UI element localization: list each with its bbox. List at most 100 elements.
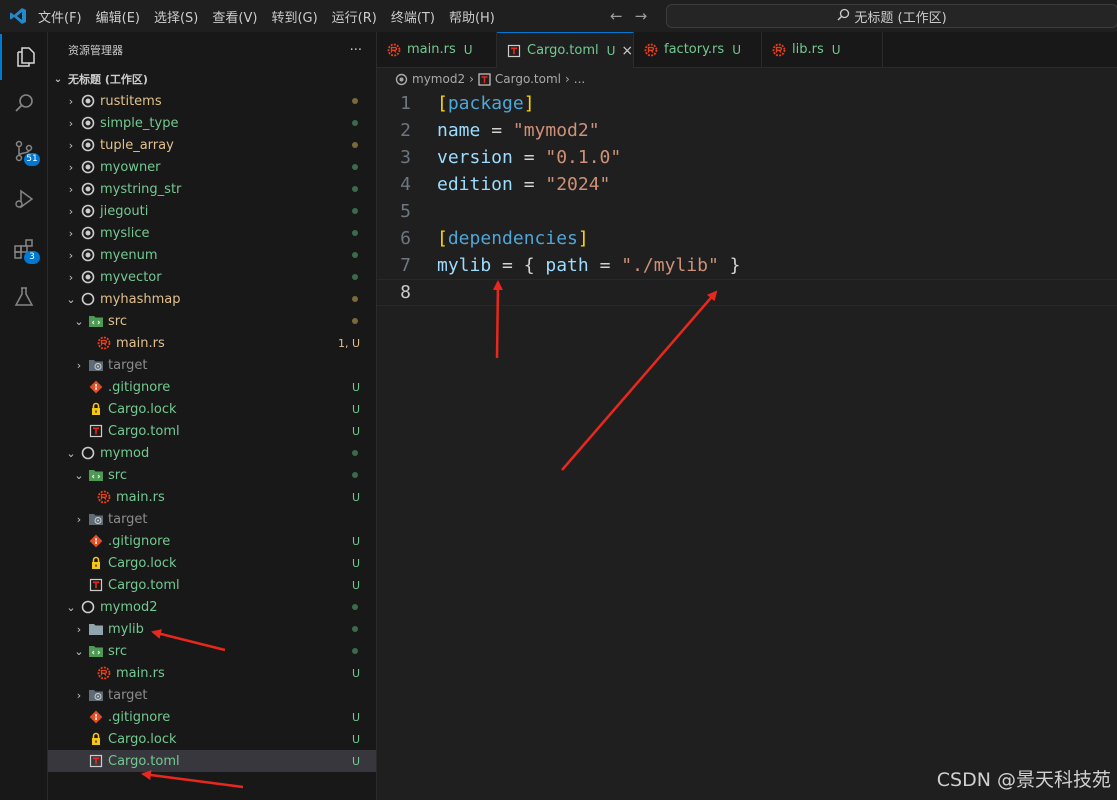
tree-item[interactable]: › target <box>48 684 376 706</box>
git-status-dot <box>352 120 358 126</box>
tree-item[interactable]: main.rs 1, U <box>48 332 376 354</box>
breadcrumb-more[interactable]: ... <box>574 72 585 86</box>
circle-dot-icon <box>78 138 98 152</box>
editor-tab[interactable]: lib.rs U <box>762 32 883 67</box>
tree-item[interactable]: › rustitems <box>48 90 376 112</box>
circle-dot-icon <box>78 270 98 284</box>
code-line[interactable]: 3 version = "0.1.0" <box>377 144 1117 171</box>
code-line[interactable]: 6 [dependencies] <box>377 225 1117 252</box>
tree-item[interactable]: Cargo.toml U <box>48 750 376 772</box>
testing-flask-icon[interactable] <box>0 274 47 320</box>
tree-item[interactable]: ⌄ src <box>48 310 376 332</box>
tree-item[interactable]: Cargo.toml U <box>48 574 376 596</box>
code-line[interactable]: 4 edition = "2024" <box>377 171 1117 198</box>
editor-tab[interactable]: factory.rs U <box>634 32 762 67</box>
tree-item[interactable]: Cargo.lock U <box>48 728 376 750</box>
chevron-right-icon: › <box>68 248 74 262</box>
rust-file-icon <box>94 666 114 680</box>
tree-item[interactable]: Cargo.lock U <box>48 398 376 420</box>
breadcrumb-folder[interactable]: mymod2 <box>412 72 465 86</box>
search-view-icon[interactable] <box>0 80 47 126</box>
menu-item[interactable]: 帮助(H) <box>449 7 495 26</box>
source-control-icon[interactable]: 51 <box>0 128 47 174</box>
editor-tab[interactable]: main.rs U <box>377 32 497 67</box>
git-icon <box>86 380 106 394</box>
chevron-right-icon: › <box>68 94 74 108</box>
code-line[interactable]: 1 [package] <box>377 90 1117 117</box>
code-line[interactable]: 2 name = "mymod2" <box>377 117 1117 144</box>
extensions-icon[interactable]: 3 <box>0 226 47 272</box>
menu-item[interactable]: 终端(T) <box>391 7 435 26</box>
rust-file-icon <box>94 490 114 504</box>
tree-item[interactable]: › myenum <box>48 244 376 266</box>
menu-item[interactable]: 选择(S) <box>154 7 198 26</box>
forward-arrow-icon[interactable]: → <box>635 7 648 25</box>
code-line[interactable]: 7 mylib = { path = "./mylib" } <box>377 252 1117 279</box>
menu-bar: 文件(F) 编辑(E) 选择(S) 查看(V) 转到(G) 运行(R) 终端(T) 帮助(H) <box>38 0 509 32</box>
tree-item[interactable]: › myvector <box>48 266 376 288</box>
nav-arrows: ← → <box>610 7 659 25</box>
tree-item[interactable]: ⌄ mymod2 <box>48 596 376 618</box>
tree-item[interactable]: ⌄ myhashmap <box>48 288 376 310</box>
code-line[interactable]: 8 <box>377 279 1117 306</box>
editor-tab[interactable]: Cargo.toml U × <box>497 32 634 68</box>
chevron-right-icon: › <box>68 226 74 240</box>
tree-item[interactable]: Cargo.lock U <box>48 552 376 574</box>
menu-item[interactable]: 运行(R) <box>332 7 377 26</box>
breadcrumb: mymod2 › Cargo.toml › ... <box>377 68 589 90</box>
tree-item[interactable]: › mylib <box>48 618 376 640</box>
tree-item[interactable]: ⌄ src <box>48 464 376 486</box>
src-folder-icon <box>86 468 106 482</box>
git-status-badge: U <box>351 732 360 746</box>
tree-item[interactable]: › jiegouti <box>48 200 376 222</box>
workspace-title[interactable]: ⌄ 无标题 (工作区) <box>48 68 376 90</box>
src-folder-icon <box>86 644 106 658</box>
tree-item-label: main.rs <box>116 665 165 681</box>
git-status-dot <box>352 318 358 324</box>
target-folder-icon <box>86 512 106 526</box>
workspace-name: 无标题 (工作区) <box>68 73 148 86</box>
code-editor[interactable]: 1 [package] 2 name = "mymod2" 3 version = "0.… <box>377 90 1117 800</box>
tree-item[interactable]: .gitignore U <box>48 530 376 552</box>
code-token: path <box>545 255 589 276</box>
tree-item[interactable]: › mystring_str <box>48 178 376 200</box>
chevron-down-icon: ⌄ <box>66 292 76 306</box>
breadcrumb-file[interactable]: Cargo.toml <box>495 72 561 86</box>
tree-item[interactable]: › myowner <box>48 156 376 178</box>
menu-item[interactable]: 查看(V) <box>212 7 257 26</box>
code-text: edition = "2024" <box>437 174 610 195</box>
tree-item-label: myowner <box>100 159 161 175</box>
code-text: [dependencies] <box>437 228 589 249</box>
git-status-badge: 1, U <box>337 336 360 350</box>
menu-item[interactable]: 文件(F) <box>38 7 82 26</box>
tree-item[interactable]: › simple_type <box>48 112 376 134</box>
tree-item[interactable]: › tuple_array <box>48 134 376 156</box>
close-icon[interactable]: × <box>621 43 633 59</box>
git-status-badge: U <box>351 710 360 724</box>
circle-dot-icon <box>78 94 98 108</box>
tree-item-label: main.rs <box>116 489 165 505</box>
line-number: 8 <box>400 282 411 303</box>
tree-item[interactable]: ⌄ src <box>48 640 376 662</box>
tree-item[interactable]: main.rs U <box>48 486 376 508</box>
circle-dot-icon <box>78 116 98 130</box>
lock-icon <box>86 732 106 746</box>
command-center-search[interactable]: 无标题 (工作区) <box>666 4 1117 28</box>
explorer-icon[interactable] <box>0 34 49 80</box>
tree-item[interactable]: Cargo.toml U <box>48 420 376 442</box>
back-arrow-icon[interactable]: ← <box>610 7 623 25</box>
toml-file-icon <box>478 72 491 86</box>
menu-item[interactable]: 编辑(E) <box>96 7 140 26</box>
tree-item-label: src <box>108 313 127 329</box>
tree-item[interactable]: .gitignore U <box>48 706 376 728</box>
tree-item[interactable]: main.rs U <box>48 662 376 684</box>
tree-item[interactable]: › target <box>48 354 376 376</box>
menu-item[interactable]: 转到(G) <box>271 7 317 26</box>
tree-item[interactable]: .gitignore U <box>48 376 376 398</box>
run-debug-icon[interactable] <box>0 176 47 222</box>
more-actions-icon[interactable]: ··· <box>350 43 362 58</box>
code-line[interactable]: 5 <box>377 198 1117 225</box>
tree-item[interactable]: ⌄ mymod <box>48 442 376 464</box>
tree-item[interactable]: › target <box>48 508 376 530</box>
tree-item[interactable]: › myslice <box>48 222 376 244</box>
